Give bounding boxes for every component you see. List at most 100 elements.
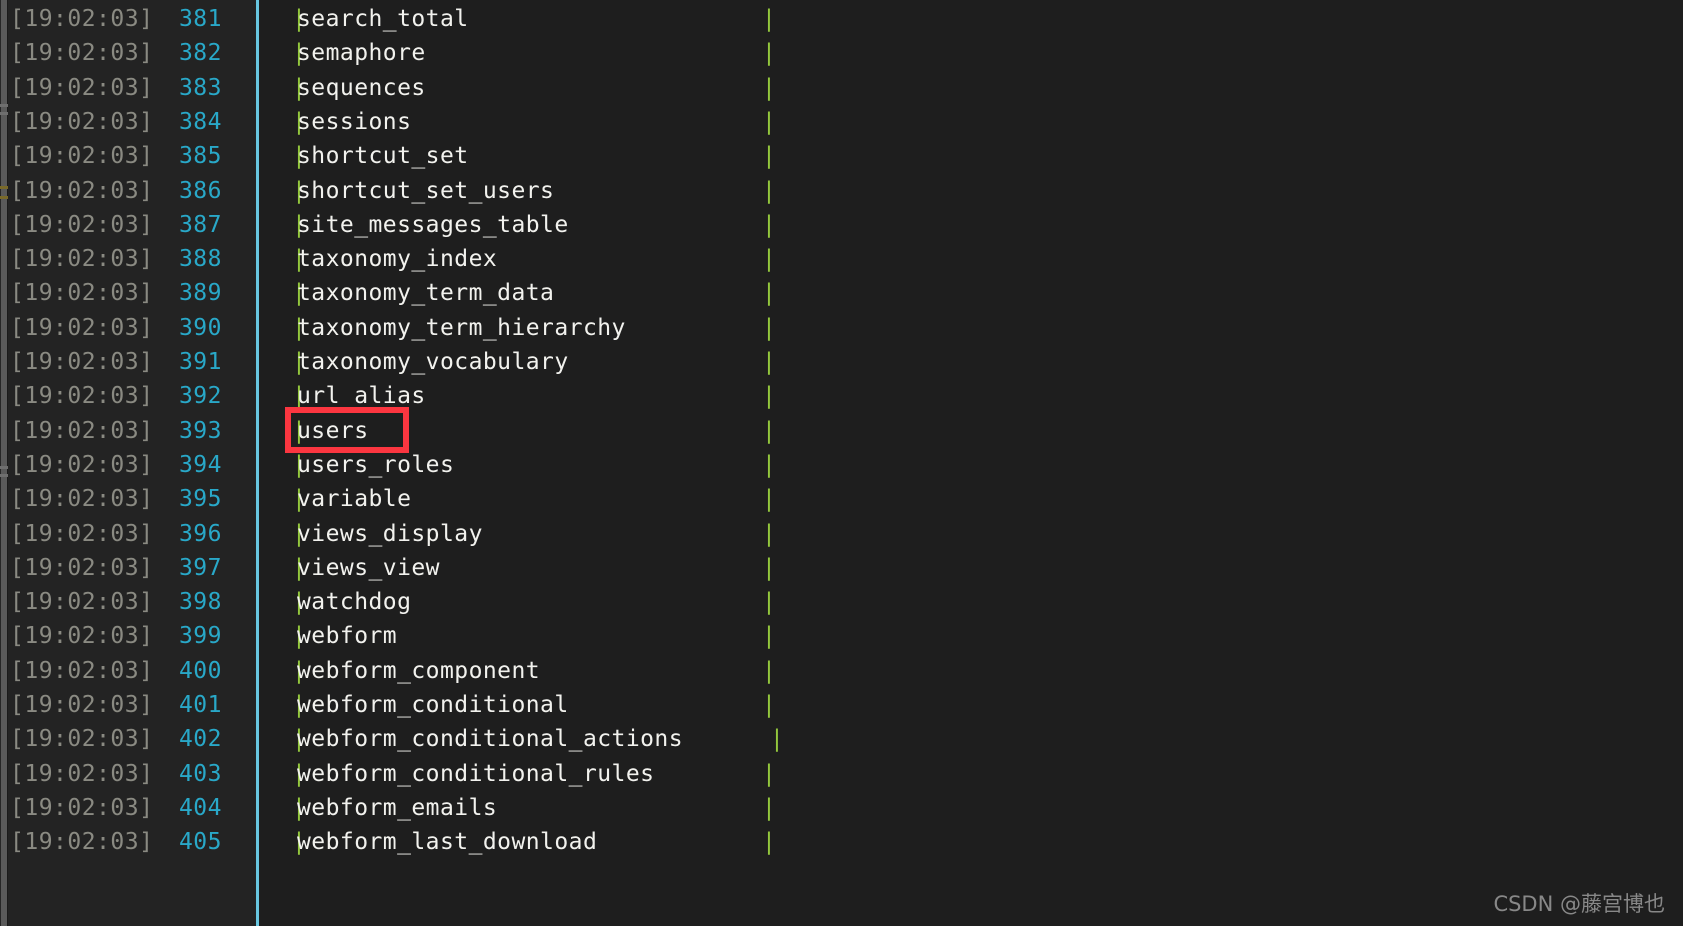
log-line-number: 400 bbox=[178, 657, 222, 684]
log-row[interactable]: [19:02:03] 382 | semaphore | bbox=[0, 36, 1683, 70]
table-cell-right-border: | bbox=[762, 211, 776, 238]
table-cell-right-border: | bbox=[762, 280, 776, 307]
log-line-number: 397 bbox=[178, 554, 222, 581]
log-line-number: 405 bbox=[178, 829, 222, 856]
table-cell-right-border: | bbox=[762, 74, 776, 101]
log-line-number: 393 bbox=[178, 417, 222, 444]
database-table-name[interactable]: shortcut_set bbox=[297, 139, 469, 173]
table-cell-right-border: | bbox=[762, 143, 776, 170]
log-line-number: 395 bbox=[178, 486, 222, 513]
database-table-name[interactable]: webform_conditional_actions bbox=[297, 722, 683, 756]
database-table-name[interactable]: variable bbox=[297, 482, 411, 516]
database-table-name[interactable]: semaphore bbox=[297, 36, 426, 70]
log-row[interactable]: [19:02:03] 397 | views_view | bbox=[0, 551, 1683, 585]
log-row[interactable]: [19:02:03] 393 | users | bbox=[0, 414, 1683, 448]
table-cell-right-border: | bbox=[762, 417, 776, 444]
log-line-number: 404 bbox=[178, 794, 222, 821]
log-row[interactable]: [19:02:03] 387 | site_messages_table | bbox=[0, 208, 1683, 242]
log-line-number: 390 bbox=[178, 314, 222, 341]
log-line-number: 385 bbox=[178, 143, 222, 170]
database-table-name[interactable]: taxonomy_term_hierarchy bbox=[297, 311, 626, 345]
table-cell-right-border: | bbox=[762, 692, 776, 718]
log-row[interactable]: [19:02:03] 394 | users_roles | bbox=[0, 448, 1683, 482]
database-table-name[interactable]: taxonomy_term_data bbox=[297, 276, 554, 310]
log-line-number: 384 bbox=[178, 108, 222, 135]
log-row[interactable]: [19:02:03] 395 | variable | bbox=[0, 482, 1683, 516]
table-cell-right-border: | bbox=[762, 6, 776, 32]
log-row[interactable]: [19:02:03] 399 | webform | bbox=[0, 619, 1683, 653]
log-row[interactable]: [19:02:03] 396 | views_display | bbox=[0, 517, 1683, 551]
database-table-name[interactable]: views_display bbox=[297, 517, 483, 551]
database-table-name[interactable]: webform_conditional_rules bbox=[297, 757, 654, 791]
database-table-name[interactable]: watchdog bbox=[297, 585, 411, 619]
table-cell-right-border: | bbox=[762, 314, 776, 341]
log-row[interactable]: [19:02:03] 401 | webform_conditional | bbox=[0, 688, 1683, 722]
terminal-window: [19:02:03] 381 | search_total | [19:02:03] 382… bbox=[0, 0, 1683, 926]
log-row[interactable]: [19:02:03] 385 | shortcut_set | bbox=[0, 139, 1683, 173]
log-row[interactable]: [19:02:03] 389 | taxonomy_term_data | bbox=[0, 276, 1683, 310]
database-table-name[interactable]: taxonomy_vocabulary bbox=[297, 345, 569, 379]
log-row[interactable]: [19:02:03] 405 | webform_last_download | bbox=[0, 825, 1683, 859]
log-line-number: 403 bbox=[178, 760, 222, 787]
database-table-name[interactable]: url_alias bbox=[297, 379, 426, 413]
log-row[interactable]: [19:02:03] 392 | url_alias | bbox=[0, 379, 1683, 413]
csdn-watermark: CSDN @藤宫博也 bbox=[1493, 892, 1665, 916]
database-table-name[interactable]: webform_component bbox=[297, 654, 540, 688]
table-cell-right-border: | bbox=[762, 451, 776, 478]
table-cell-right-border: | bbox=[762, 486, 776, 513]
log-line-number: 389 bbox=[178, 280, 222, 307]
table-cell-right-border: | bbox=[762, 760, 776, 787]
database-table-name[interactable]: views_view bbox=[297, 551, 440, 585]
log-line-number: 387 bbox=[178, 211, 222, 238]
log-line-number: 394 bbox=[178, 451, 222, 478]
table-cell-right-border: | bbox=[762, 177, 776, 204]
log-row[interactable]: [19:02:03] 384 | sessions | bbox=[0, 105, 1683, 139]
log-row[interactable]: [19:02:03] 388 | taxonomy_index | bbox=[0, 242, 1683, 276]
database-table-name[interactable]: webform_last_download bbox=[297, 825, 597, 859]
database-table-name[interactable]: shortcut_set_users bbox=[297, 174, 554, 208]
database-table-name[interactable]: users_roles bbox=[297, 448, 454, 482]
table-cell-right-border: | bbox=[762, 794, 776, 821]
log-line-number: 383 bbox=[178, 74, 222, 101]
table-cell-right-border: | bbox=[762, 40, 776, 67]
log-row[interactable]: [19:02:03] 400 | webform_component | bbox=[0, 654, 1683, 688]
table-cell-right-border: | bbox=[762, 383, 776, 410]
log-line-number: 386 bbox=[178, 177, 222, 204]
table-cell-right-border: | bbox=[762, 829, 776, 856]
database-table-name[interactable]: webform bbox=[297, 619, 397, 653]
log-line-number: 382 bbox=[178, 40, 222, 67]
table-cell-right-border: | bbox=[762, 657, 776, 684]
log-line-number: 381 bbox=[178, 6, 222, 32]
log-line-number: 402 bbox=[178, 726, 222, 753]
log-row[interactable]: [19:02:03] 403 | webform_conditional_rules | bbox=[0, 757, 1683, 791]
table-cell-right-border: | bbox=[762, 108, 776, 135]
database-table-name[interactable]: sequences bbox=[297, 71, 426, 105]
log-line-number: 391 bbox=[178, 349, 222, 375]
database-table-name[interactable]: sessions bbox=[297, 105, 411, 139]
database-table-name[interactable]: site_messages_table bbox=[297, 208, 569, 242]
table-cell-right-border: | bbox=[762, 554, 776, 581]
log-line-number: 398 bbox=[178, 589, 222, 616]
log-line-number: 399 bbox=[178, 623, 222, 650]
log-row[interactable]: [19:02:03] 390 | taxonomy_term_hierarchy | bbox=[0, 311, 1683, 345]
database-table-name[interactable]: webform_emails bbox=[297, 791, 497, 825]
table-cell-right-border: | bbox=[770, 726, 784, 753]
log-line-number: 392 bbox=[178, 383, 222, 410]
log-line-number: 388 bbox=[178, 246, 222, 273]
log-row[interactable]: [19:02:03] 386 | shortcut_set_users | bbox=[0, 174, 1683, 208]
table-cell-right-border: | bbox=[762, 349, 776, 375]
log-row[interactable]: [19:02:03] 383 | sequences | bbox=[0, 71, 1683, 105]
log-row[interactable]: [19:02:03] 391 | taxonomy_vocabulary | bbox=[0, 345, 1683, 379]
table-cell-right-border: | bbox=[762, 520, 776, 547]
table-cell-right-border: | bbox=[762, 589, 776, 616]
database-table-name[interactable]: users bbox=[297, 414, 369, 448]
log-row[interactable]: [19:02:03] 402 | webform_conditional_action… bbox=[0, 722, 1683, 756]
log-line-number: 396 bbox=[178, 520, 222, 547]
log-row[interactable]: [19:02:03] 398 | watchdog | bbox=[0, 585, 1683, 619]
log-row[interactable]: [19:02:03] 381 | search_total | bbox=[0, 2, 1683, 36]
database-table-name[interactable]: search_total bbox=[297, 2, 469, 36]
log-line-number: 401 bbox=[178, 692, 222, 718]
database-table-name[interactable]: webform_conditional bbox=[297, 688, 569, 722]
database-table-name[interactable]: taxonomy_index bbox=[297, 242, 497, 276]
log-row[interactable]: [19:02:03] 404 | webform_emails | bbox=[0, 791, 1683, 825]
